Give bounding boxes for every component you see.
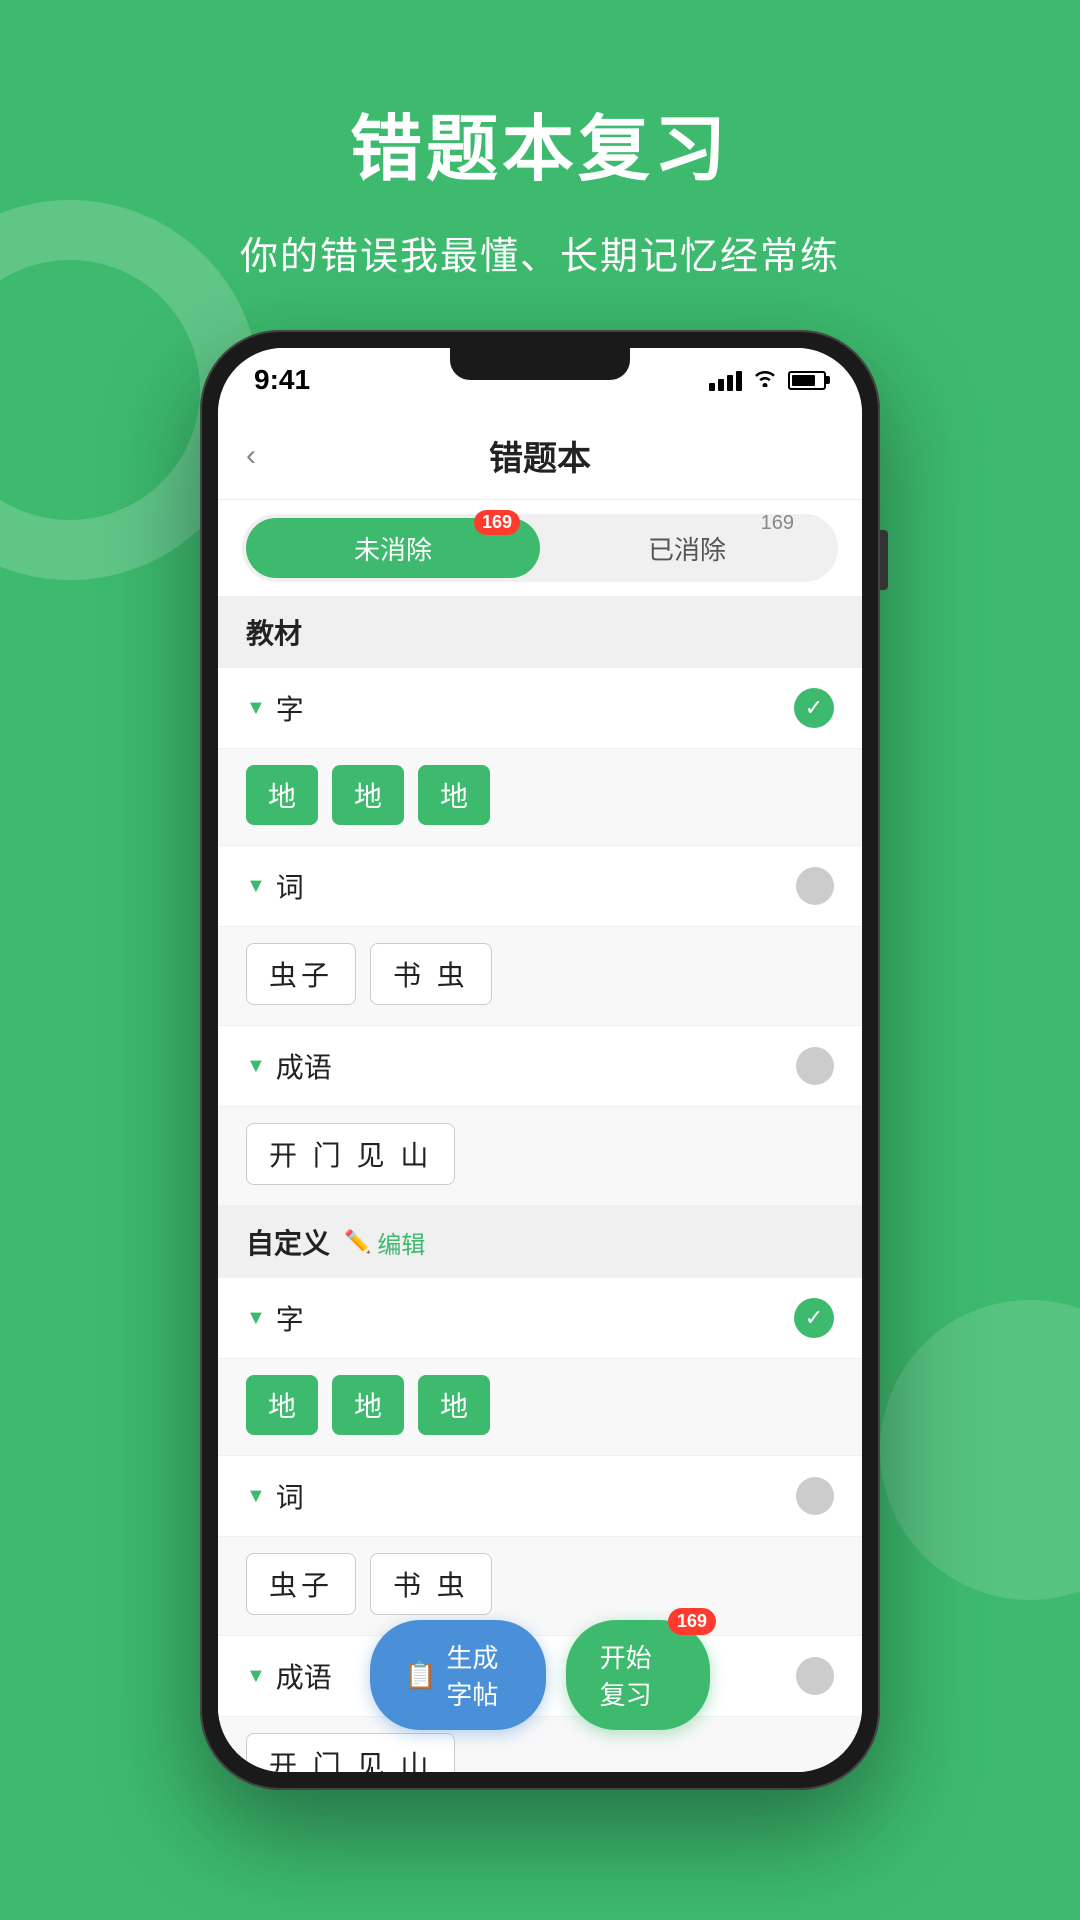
section-header-textbook: 教材 <box>218 596 862 668</box>
char-item[interactable]: 地 <box>332 1375 404 1435</box>
category-row-zi-2[interactable]: ▼ 字 ✓ <box>218 1278 862 1359</box>
char-item[interactable]: 地 <box>418 765 490 825</box>
signal-bar-1 <box>709 383 715 391</box>
circle-icon-cy-2 <box>796 1657 834 1695</box>
circle-icon-cy-1 <box>796 1047 834 1085</box>
tab-cleared-label: 已消除 <box>648 530 726 567</box>
check-icon-zi-1: ✓ <box>794 688 834 728</box>
tab-inactive-badge: 169 <box>761 512 794 535</box>
phone-screen: 9:41 ‹ <box>218 348 862 1772</box>
generate-label: 生成字帖 <box>446 1638 511 1712</box>
char-item[interactable]: 地 <box>246 1375 318 1435</box>
word-item[interactable]: 虫子 <box>246 943 356 1005</box>
tab-uncleared-label: 未消除 <box>354 530 432 567</box>
page-title: 错题本复习 <box>0 0 1080 195</box>
signal-bar-4 <box>736 371 742 391</box>
items-row-ci-1: 虫子 书 虫 <box>218 927 862 1026</box>
check-icon-zi-2: ✓ <box>794 1298 834 1338</box>
generate-icon: 📋 <box>404 1660 436 1691</box>
chevron-down-icon: ▼ <box>246 697 266 720</box>
start-label: 开始复习 <box>600 1638 676 1712</box>
generate-copybook-button[interactable]: 📋 生成字帖 <box>370 1620 546 1730</box>
signal-bar-2 <box>718 379 724 391</box>
category-left: ▼ 成语 <box>246 1656 332 1696</box>
scroll-content: 教材 ▼ 字 ✓ 地 地 地 ▼ <box>218 596 862 1772</box>
items-row-cy-1: 开 门 见 山 <box>218 1107 862 1206</box>
bg-circle-right <box>880 1300 1080 1600</box>
circle-icon-ci-2 <box>796 1477 834 1515</box>
status-icons <box>709 367 826 393</box>
items-row-zi-1: 地 地 地 <box>218 749 862 846</box>
chevron-down-icon: ▼ <box>246 1055 266 1078</box>
custom-section-title: 自定义 <box>246 1222 330 1262</box>
chevron-down-icon: ▼ <box>246 875 266 898</box>
chevron-down-icon: ▼ <box>246 1665 266 1688</box>
start-review-button[interactable]: 开始复习 169 <box>566 1620 710 1730</box>
start-badge: 169 <box>668 1608 716 1635</box>
tab-bar: 未消除 169 已消除 169 <box>218 500 862 596</box>
category-left: ▼ 成语 <box>246 1046 332 1086</box>
category-row-zi-1[interactable]: ▼ 字 ✓ <box>218 668 862 749</box>
signal-icon <box>709 369 742 391</box>
status-time: 9:41 <box>254 364 310 396</box>
edit-label: 编辑 <box>377 1225 425 1260</box>
category-name-ci-2: 词 <box>276 1476 304 1516</box>
phone-side-button <box>880 530 888 590</box>
battery-fill <box>792 375 815 386</box>
phone-mockup: 9:41 ‹ <box>200 330 880 1790</box>
category-row-ci-1[interactable]: ▼ 词 <box>218 846 862 927</box>
edit-icon: ✏️ <box>344 1229 371 1255</box>
char-item[interactable]: 地 <box>246 765 318 825</box>
word-item[interactable]: 书 虫 <box>370 943 492 1005</box>
signal-bar-3 <box>727 375 733 391</box>
chevron-down-icon: ▼ <box>246 1307 266 1330</box>
category-name-zi-2: 字 <box>276 1298 304 1338</box>
category-left: ▼ 字 <box>246 688 304 728</box>
tab-cleared[interactable]: 已消除 169 <box>540 518 834 578</box>
word-item[interactable]: 虫子 <box>246 1553 356 1615</box>
char-item[interactable]: 地 <box>332 765 404 825</box>
chevron-down-icon: ▼ <box>246 1485 266 1508</box>
tab-container: 未消除 169 已消除 169 <box>242 514 838 582</box>
idiom-item[interactable]: 开 门 见 山 <box>246 1733 455 1772</box>
phone-notch <box>450 348 630 380</box>
tab-uncleared[interactable]: 未消除 169 <box>246 518 540 578</box>
category-left: ▼ 词 <box>246 866 304 906</box>
page-subtitle: 你的错误我最懂、长期记忆经常练 <box>0 195 1080 280</box>
app-header: ‹ 错题本 <box>218 412 862 500</box>
category-name-cy-2: 成语 <box>276 1656 332 1696</box>
edit-button[interactable]: ✏️ 编辑 <box>344 1225 425 1260</box>
category-left: ▼ 词 <box>246 1476 304 1516</box>
app-title: 错题本 <box>489 431 591 480</box>
battery-icon <box>788 371 826 390</box>
tab-active-badge: 169 <box>474 510 520 535</box>
back-button[interactable]: ‹ <box>246 439 256 473</box>
category-name-zi-1: 字 <box>276 688 304 728</box>
items-row-zi-2: 地 地 地 <box>218 1359 862 1456</box>
circle-icon-ci-1 <box>796 867 834 905</box>
category-row-cy-1[interactable]: ▼ 成语 <box>218 1026 862 1107</box>
wifi-icon <box>752 367 778 393</box>
category-name-ci-1: 词 <box>276 866 304 906</box>
char-item[interactable]: 地 <box>418 1375 490 1435</box>
bottom-action-bar: 📋 生成字帖 开始复习 169 <box>370 1620 710 1730</box>
category-left: ▼ 字 <box>246 1298 304 1338</box>
category-name-cy-1: 成语 <box>276 1046 332 1086</box>
section-header-custom: 自定义 ✏️ 编辑 <box>218 1206 862 1278</box>
phone-frame: 9:41 ‹ <box>200 330 880 1790</box>
word-item[interactable]: 书 虫 <box>370 1553 492 1615</box>
category-row-ci-2[interactable]: ▼ 词 <box>218 1456 862 1537</box>
idiom-item[interactable]: 开 门 见 山 <box>246 1123 455 1185</box>
